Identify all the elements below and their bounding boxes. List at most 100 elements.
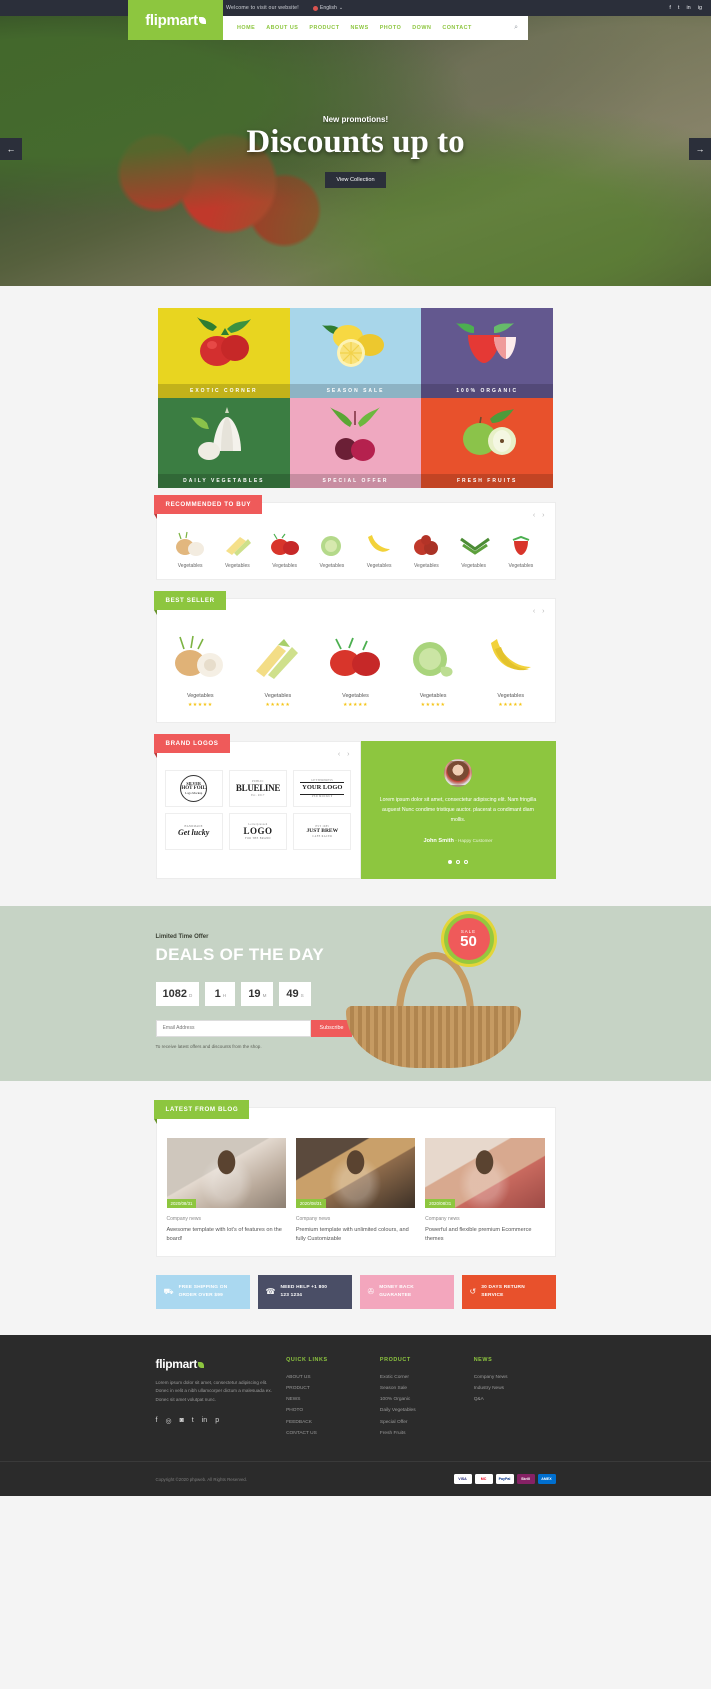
footer-link-100-organic[interactable]: 100% Organic bbox=[380, 1394, 462, 1405]
instagram-icon[interactable]: ◙ bbox=[180, 1417, 184, 1425]
site-footer: flipmart Lorem ipsum dolor sit amet, con… bbox=[0, 1334, 711, 1497]
footer-columns: flipmart Lorem ipsum dolor sit amet, con… bbox=[156, 1357, 556, 1440]
service-line-2: 123 1234 bbox=[280, 1292, 303, 1298]
instagram-icon[interactable]: ig bbox=[698, 5, 702, 11]
twitter-icon[interactable]: t bbox=[192, 1417, 194, 1425]
email-field[interactable] bbox=[155, 1019, 311, 1037]
recommended-next-arrow[interactable]: › bbox=[542, 512, 544, 519]
truck-icon: ⛟ bbox=[163, 1286, 174, 1296]
brands-next-arrow[interactable]: › bbox=[347, 751, 349, 758]
hero-next-arrow[interactable]: → bbox=[689, 138, 711, 160]
list-item[interactable]: Vegetables bbox=[356, 529, 403, 569]
basket-handle bbox=[395, 951, 474, 1014]
footer-link-about-us[interactable]: ABOUT US bbox=[286, 1372, 368, 1383]
category-tile-daily-vegetables[interactable]: DAILY VEGETABLES bbox=[158, 398, 290, 488]
bestseller-prev-arrow[interactable]: ‹ bbox=[533, 608, 535, 615]
brand-logo-your-logo[interactable]: LETTERPRESS YOUR LOGO PSD MOCKUP bbox=[293, 770, 352, 807]
nav-item-down[interactable]: DOWN bbox=[412, 25, 431, 31]
list-item[interactable]: Vegetables bbox=[497, 529, 544, 569]
site-logo[interactable]: flipmart bbox=[128, 0, 223, 40]
list-item[interactable]: Vegetables bbox=[308, 529, 355, 569]
hero-prev-arrow[interactable]: ← bbox=[0, 138, 22, 160]
category-tile-fresh-fruits[interactable]: FRESH FRUITS bbox=[421, 398, 553, 488]
list-item[interactable]: 2020/08/31 Company news Premium template… bbox=[295, 1137, 416, 1244]
recommended-prev-arrow[interactable]: ‹ bbox=[533, 512, 535, 519]
nav-item-home[interactable]: HOME bbox=[237, 25, 255, 31]
footer-link-daily-vegetables[interactable]: Daily Vegetables bbox=[380, 1405, 462, 1416]
dribbble-icon[interactable]: ◎ bbox=[165, 1417, 171, 1425]
nav-item-photo[interactable]: PHOTO bbox=[380, 25, 402, 31]
list-item[interactable]: Vegetables bbox=[214, 529, 261, 569]
footer-link-feedback[interactable]: FEEDBACK bbox=[286, 1417, 368, 1428]
footer-link-product[interactable]: PRODUCT bbox=[286, 1383, 368, 1394]
linkedin-icon[interactable]: in bbox=[202, 1417, 207, 1425]
category-label: SEASON SALE bbox=[289, 384, 422, 398]
service-need-help[interactable]: ☎ NEED HELP +1 800 123 1234 bbox=[257, 1274, 352, 1309]
list-item[interactable]: Vegetables bbox=[403, 529, 450, 569]
category-tile-exotic-corner[interactable]: EXOTIC CORNER bbox=[158, 308, 290, 398]
service-returns[interactable]: ↺ 30 DAYS RETURN SERVICE bbox=[461, 1274, 556, 1309]
testimonial-dot-1[interactable] bbox=[448, 859, 452, 864]
brands-prev-arrow[interactable]: ‹ bbox=[338, 751, 340, 758]
list-item[interactable]: Vegetables ★★★★★ bbox=[475, 629, 547, 708]
list-item[interactable]: Vegetables ★★★★★ bbox=[165, 629, 237, 708]
footer-link-company-news[interactable]: Company News bbox=[474, 1372, 556, 1383]
footer-logo[interactable]: flipmart bbox=[156, 1357, 275, 1371]
list-item[interactable]: Vegetables bbox=[450, 529, 497, 569]
nav-item-contact[interactable]: CONTACT bbox=[442, 25, 471, 31]
facebook-icon[interactable]: f bbox=[156, 1417, 158, 1425]
bestseller-next-arrow[interactable]: › bbox=[542, 608, 544, 615]
search-icon[interactable]: ⌕ bbox=[514, 24, 518, 32]
brand-logo-get-lucky[interactable]: HANDMADE Get lucky bbox=[164, 813, 223, 850]
category-tile-100-organic[interactable]: 100% ORGANIC bbox=[421, 308, 553, 398]
footer-news-column: NEWS Company News Industry News Q&A bbox=[474, 1357, 556, 1440]
category-tile-special-offer[interactable]: SPECIAL OFFER bbox=[289, 398, 422, 488]
footer-link-news[interactable]: NEWS bbox=[286, 1394, 368, 1405]
list-item[interactable]: Vegetables bbox=[167, 529, 214, 569]
recommended-panel: RECOMMENDED TO BUY ‹ › Vegetables Vegeta… bbox=[153, 495, 556, 580]
brand-logo-just-brew[interactable]: EST 1985 JUST BREW CAFE RACER bbox=[293, 813, 352, 850]
product-name: Vegetables bbox=[177, 563, 203, 569]
blog-section: LATEST FROM BLOG 2020/08/31 Company news… bbox=[0, 1080, 711, 1309]
footer-link-special-offer[interactable]: Special Offer bbox=[380, 1417, 462, 1428]
view-collection-button[interactable]: View Collection bbox=[325, 171, 386, 188]
list-item[interactable]: Vegetables ★★★★★ bbox=[320, 629, 392, 708]
rating-stars: ★★★★★ bbox=[187, 702, 213, 708]
top-bar-left-spacer bbox=[0, 0, 128, 16]
testimonial-dot-3[interactable] bbox=[464, 859, 468, 864]
category-tile-season-sale[interactable]: SEASON SALE bbox=[289, 308, 422, 398]
list-item[interactable]: Vegetables ★★★★★ bbox=[242, 629, 314, 708]
facebook-icon[interactable]: f bbox=[669, 5, 671, 11]
brand-logo-blueline[interactable]: PUBLIC BLUELINE Est. 2017 bbox=[228, 770, 288, 807]
language-selector[interactable]: English ⌄ bbox=[312, 5, 343, 11]
twitter-icon[interactable]: t bbox=[678, 5, 680, 11]
brand-bottom-text: PSD MOCKUP bbox=[312, 794, 333, 798]
product-name: Vegetables bbox=[366, 563, 392, 569]
nav-item-product[interactable]: PRODUCT bbox=[309, 25, 339, 31]
nav-links: HOME ABOUT US PRODUCT NEWS PHOTO DOWN CO… bbox=[237, 25, 472, 31]
brand-logo-logo[interactable]: Letterpressed LOGO FOR THE BRAND bbox=[228, 813, 288, 850]
list-item[interactable]: 2020/08/31 Company news Powerful and fle… bbox=[425, 1137, 545, 1244]
service-free-shipping[interactable]: ⛟ FREE SHIPPING ON ORDER OVER $99 bbox=[155, 1274, 250, 1309]
brands-testimonial-row: BRAND LOGOS ‹ › SILVER HOT FOIL Logo Moc… bbox=[153, 734, 556, 879]
footer-link-season-sale[interactable]: Season Sale bbox=[380, 1383, 462, 1394]
service-line-2: ORDER OVER $99 bbox=[178, 1292, 223, 1298]
list-item[interactable]: 2020/08/31 Company news Awesome template… bbox=[166, 1137, 286, 1244]
footer-link-fresh-fruits[interactable]: Fresh Fruits bbox=[380, 1428, 462, 1439]
linkedin-icon[interactable]: in bbox=[686, 5, 690, 11]
footer-link-contact-us[interactable]: CONTACT US bbox=[286, 1428, 368, 1439]
service-money-back[interactable]: ✇ MONEY BACK GUARANTEE bbox=[359, 1274, 454, 1309]
footer-link-exotic-corner[interactable]: Exotic Corner bbox=[380, 1372, 462, 1383]
nav-item-about-us[interactable]: ABOUT US bbox=[266, 25, 298, 31]
testimonial-dot-2[interactable] bbox=[456, 859, 460, 864]
brand-logo-hot-foil[interactable]: SILVER HOT FOIL Logo Mockup bbox=[164, 770, 223, 807]
footer-link-industry-news[interactable]: Industry News bbox=[474, 1383, 556, 1394]
list-item[interactable]: Vegetables ★★★★★ bbox=[397, 629, 469, 708]
footer-link-qa[interactable]: Q&A bbox=[474, 1394, 556, 1405]
bestseller-section: BEST SELLER ‹ › Vegetables ★★★★★ Vegetab… bbox=[153, 591, 556, 723]
brand-name-text: BLUELINE bbox=[235, 782, 281, 793]
nav-item-news[interactable]: NEWS bbox=[351, 25, 369, 31]
footer-link-photo[interactable]: PHOTO bbox=[286, 1405, 368, 1416]
list-item[interactable]: Vegetables bbox=[261, 529, 308, 569]
pinterest-icon[interactable]: p bbox=[215, 1417, 219, 1425]
